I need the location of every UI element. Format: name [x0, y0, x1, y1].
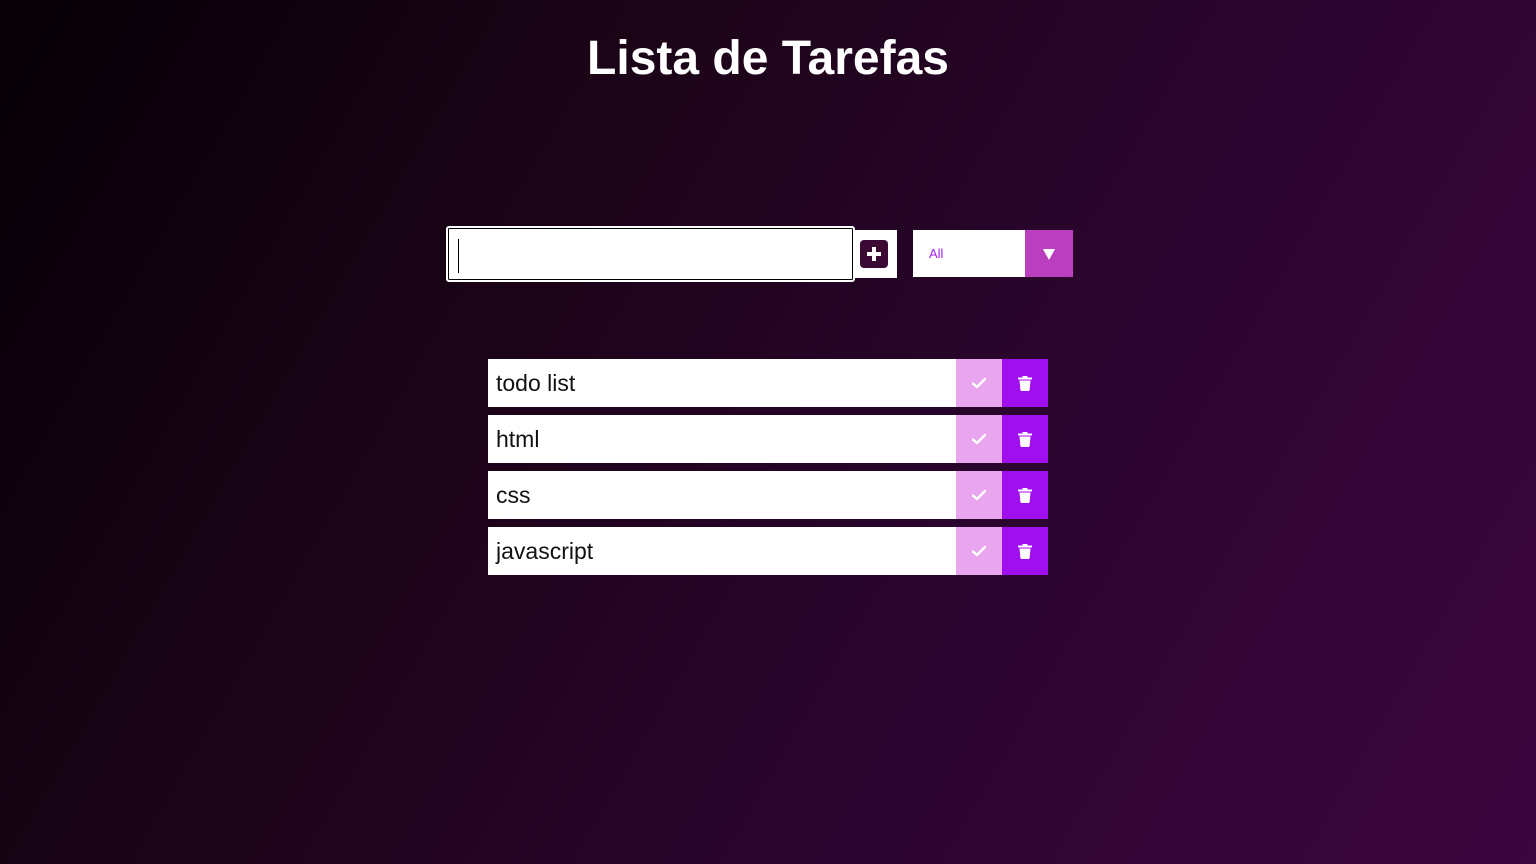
- add-todo-button[interactable]: [853, 230, 897, 278]
- todo-item: css: [488, 471, 1048, 519]
- page-title: Lista de Tarefas: [587, 32, 949, 85]
- todo-item: html: [488, 415, 1048, 463]
- todo-input-wrapper: [446, 226, 855, 282]
- check-icon: [972, 545, 986, 557]
- todo-list: todo list html css javascript: [488, 359, 1048, 583]
- text-caret: [458, 239, 459, 273]
- trash-icon: [1018, 376, 1032, 391]
- check-icon: [972, 433, 986, 445]
- trash-icon: [1018, 432, 1032, 447]
- caret-down-icon: [1043, 249, 1055, 260]
- trash-icon: [1018, 488, 1032, 503]
- todo-text: todo list: [496, 370, 576, 396]
- trash-icon: [1018, 544, 1032, 559]
- delete-button[interactable]: [1002, 359, 1048, 407]
- delete-button[interactable]: [1002, 415, 1048, 463]
- check-icon: [972, 489, 986, 501]
- complete-button[interactable]: [956, 359, 1002, 407]
- filter-dropdown-button[interactable]: [1025, 230, 1073, 277]
- check-icon: [972, 377, 986, 389]
- todo-item: todo list: [488, 359, 1048, 407]
- complete-button[interactable]: [956, 527, 1002, 575]
- filter-select[interactable]: All: [913, 230, 1073, 277]
- plus-square-icon: [860, 240, 888, 268]
- todo-text: html: [496, 426, 540, 452]
- todo-input[interactable]: [451, 231, 850, 277]
- filter-selected-value: All: [929, 246, 944, 261]
- delete-button[interactable]: [1002, 471, 1048, 519]
- complete-button[interactable]: [956, 471, 1002, 519]
- todo-text: css: [496, 482, 531, 508]
- complete-button[interactable]: [956, 415, 1002, 463]
- delete-button[interactable]: [1002, 527, 1048, 575]
- todo-item: javascript: [488, 527, 1048, 575]
- todo-text: javascript: [496, 538, 594, 564]
